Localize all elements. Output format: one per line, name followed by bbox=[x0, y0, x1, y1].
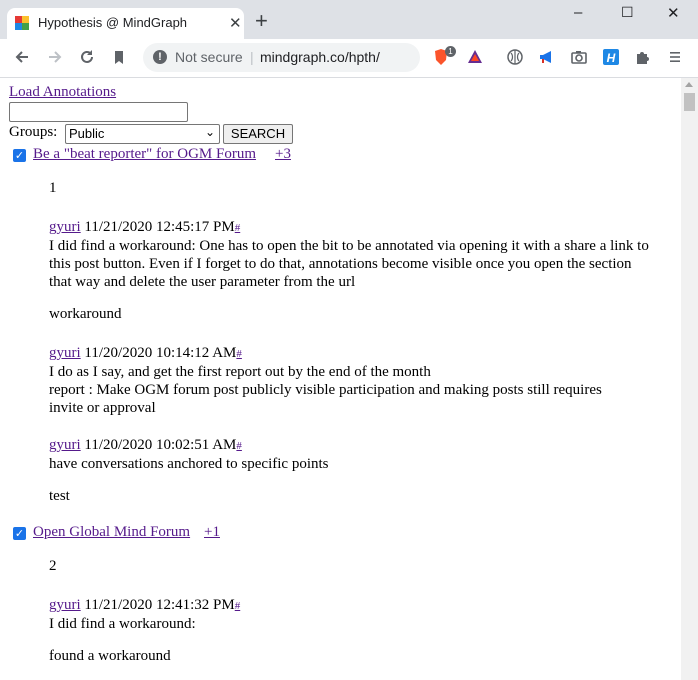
url-text[interactable]: mindgraph.co/hpth/ bbox=[260, 49, 380, 65]
annotation-timestamp: 11/20/2020 10:14:12 AM bbox=[84, 345, 237, 361]
annotation-timestamp: 11/21/2020 12:45:17 PM bbox=[84, 219, 235, 235]
groups-label: Groups: bbox=[9, 124, 58, 140]
permalink-hash-link[interactable]: # bbox=[235, 222, 241, 234]
annotation: gyuri 11/21/2020 12:41:32 PM# I did find… bbox=[49, 596, 649, 633]
annotation-header: gyuri 11/20/2020 10:14:12 AM# bbox=[49, 344, 649, 363]
scrollbar-thumb[interactable] bbox=[684, 93, 695, 111]
scroll-up-arrow-icon[interactable] bbox=[685, 82, 693, 87]
permalink-hash-link[interactable]: # bbox=[236, 440, 242, 452]
annotation-text: I did find a workaround: bbox=[49, 616, 196, 632]
reload-icon[interactable] bbox=[78, 48, 96, 66]
annotation-header: gyuri 11/21/2020 12:41:32 PM# bbox=[49, 596, 649, 615]
close-window-button[interactable]: ✕ bbox=[667, 4, 680, 22]
topic-link[interactable]: Be a "beat reporter" for OGM Forum bbox=[33, 146, 256, 163]
brave-rewards-icon[interactable] bbox=[466, 48, 484, 66]
permalink-hash-link[interactable]: # bbox=[236, 348, 242, 360]
groups-selected-value: Public bbox=[69, 126, 105, 141]
annotation-text: I did find a workaround: One has to open… bbox=[49, 238, 649, 290]
load-annotations-link[interactable]: Load Annotations bbox=[9, 84, 116, 101]
user-link[interactable]: gyuri bbox=[49, 345, 81, 361]
camera-icon[interactable] bbox=[570, 48, 588, 66]
mindgraph-favicon-icon bbox=[15, 16, 29, 30]
maximize-button[interactable]: ☐ bbox=[621, 4, 634, 21]
annotation-timestamp: 11/20/2020 10:02:51 AM bbox=[84, 437, 237, 453]
brain-extension-icon[interactable] bbox=[506, 48, 524, 66]
topic-count-link[interactable]: +1 bbox=[204, 524, 220, 541]
topic-link[interactable]: Open Global Mind Forum bbox=[33, 524, 190, 541]
chevron-down-icon: ⌄ bbox=[204, 125, 215, 139]
topic-checkbox[interactable]: ✓ bbox=[13, 149, 26, 162]
bookmark-icon[interactable] bbox=[110, 48, 128, 66]
page-content: Load Annotations Groups: Public ⌄ SEARCH… bbox=[0, 78, 680, 680]
browser-toolbar: ! Not secure | mindgraph.co/hpth/ 1 H bbox=[0, 39, 698, 78]
annotation: gyuri 11/20/2020 10:02:51 AM# have conve… bbox=[49, 436, 649, 473]
security-label: Not secure bbox=[175, 49, 243, 65]
annotation-tag: test bbox=[49, 488, 70, 504]
permalink-hash-link[interactable]: # bbox=[235, 600, 241, 612]
brave-badge: 1 bbox=[445, 46, 456, 57]
user-link[interactable]: gyuri bbox=[49, 219, 81, 235]
forward-arrow-icon[interactable] bbox=[46, 48, 64, 66]
user-link[interactable]: gyuri bbox=[49, 437, 81, 453]
address-separator: | bbox=[250, 49, 254, 65]
address-bar[interactable]: ! Not secure | mindgraph.co/hpth/ bbox=[143, 43, 420, 72]
vertical-scrollbar[interactable] bbox=[681, 78, 698, 680]
search-input[interactable] bbox=[9, 102, 188, 122]
annotation-text: report : Make OGM forum post publicly vi… bbox=[49, 382, 602, 416]
back-arrow-icon[interactable] bbox=[13, 48, 31, 66]
new-tab-button[interactable]: + bbox=[255, 10, 268, 32]
annotation: gyuri 11/20/2020 10:14:12 AM# I do as I … bbox=[49, 344, 649, 417]
tab-title: Hypothesis @ MindGraph bbox=[38, 15, 188, 30]
topic-checkbox[interactable]: ✓ bbox=[13, 527, 26, 540]
annotation-header: gyuri 11/21/2020 12:45:17 PM# bbox=[49, 218, 649, 237]
menu-icon[interactable] bbox=[666, 48, 684, 66]
svg-text:H: H bbox=[607, 51, 616, 65]
search-button[interactable]: SEARCH bbox=[223, 124, 293, 144]
topic-number: 2 bbox=[49, 558, 57, 574]
annotation-header: gyuri 11/20/2020 10:02:51 AM# bbox=[49, 436, 649, 455]
annotation-text: have conversations anchored to specific … bbox=[49, 456, 329, 472]
annotation-tag: workaround bbox=[49, 306, 122, 322]
annotation-timestamp: 11/21/2020 12:41:32 PM bbox=[84, 597, 235, 613]
topic-count-link[interactable]: +3 bbox=[275, 146, 291, 163]
hypothesis-icon[interactable]: H bbox=[602, 48, 620, 66]
annotation-text: I do as I say, and get the first report … bbox=[49, 364, 431, 380]
puzzle-extensions-icon[interactable] bbox=[634, 48, 652, 66]
info-icon[interactable]: ! bbox=[153, 50, 167, 64]
user-link[interactable]: gyuri bbox=[49, 597, 81, 613]
topic-number: 1 bbox=[49, 180, 57, 196]
browser-chrome: Hypothesis @ MindGraph ✕ + – ☐ ✕ ! Not s… bbox=[0, 0, 698, 78]
groups-select[interactable]: Public ⌄ bbox=[65, 124, 220, 144]
annotation-tag: found a workaround bbox=[49, 648, 171, 664]
annotation: gyuri 11/21/2020 12:45:17 PM# I did find… bbox=[49, 218, 649, 291]
minimize-button[interactable]: – bbox=[574, 4, 582, 21]
close-tab-icon[interactable]: ✕ bbox=[229, 14, 242, 32]
megaphone-icon[interactable] bbox=[538, 48, 556, 66]
browser-tab[interactable]: Hypothesis @ MindGraph ✕ bbox=[7, 8, 244, 39]
